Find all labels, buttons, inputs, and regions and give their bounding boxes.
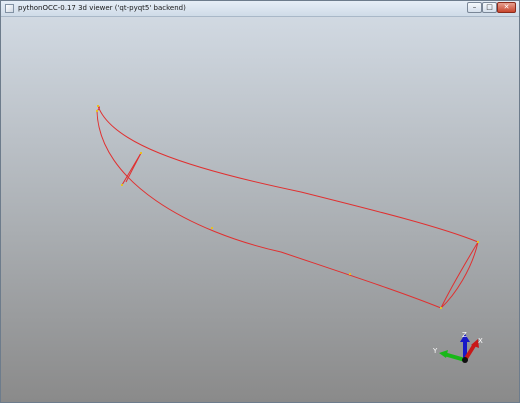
vertex [477,241,479,243]
y-axis-label: Y [432,347,438,355]
app-icon [5,4,14,13]
vertex [440,307,442,309]
vertex [96,110,98,112]
z-axis-label: Z [462,331,467,339]
y-axis [443,352,466,362]
vertex [97,105,99,107]
vertex [121,184,123,186]
x-axis-label: X [478,337,483,345]
vertex [140,152,142,154]
maximize-button[interactable]: □ [482,2,497,13]
close-button[interactable]: ✕ [497,2,516,13]
triedron-origin [462,357,468,363]
wireframe-shape [96,105,479,309]
right-edge [440,241,479,309]
bottom-edge [96,110,442,309]
top-edge [97,105,479,243]
vertices [96,105,479,309]
title-bar[interactable]: pythonOCC-0.17 3d viewer ('qt-pyqt5' bac… [1,1,519,17]
view-triedron: Z Y X [432,331,483,363]
window-title: pythonOCC-0.17 3d viewer ('qt-pyqt5' bac… [18,4,186,12]
scene-canvas: Z Y X [96,105,483,363]
viewer-window: pythonOCC-0.17 3d viewer ('qt-pyqt5' bac… [0,0,520,403]
minimize-button[interactable]: – [467,2,482,13]
vertex [349,273,351,275]
3d-viewport[interactable]: Z Y X [1,17,519,402]
vertex [211,227,213,229]
cross-edge-inner [125,152,142,183]
